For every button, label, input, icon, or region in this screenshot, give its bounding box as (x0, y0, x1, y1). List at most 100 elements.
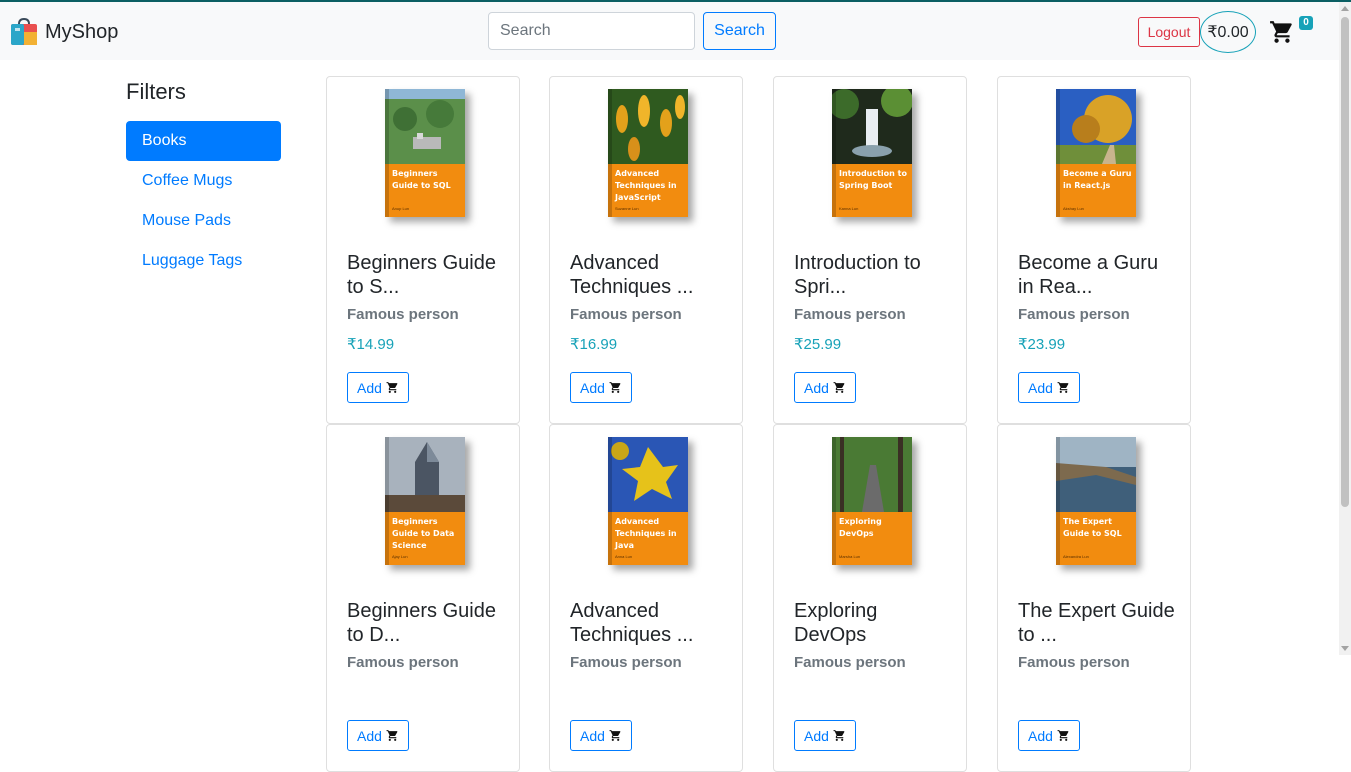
cart-total[interactable]: ₹0.00 (1200, 11, 1256, 53)
cover-spine (608, 89, 612, 217)
add-to-cart-button[interactable]: Add (1018, 720, 1080, 751)
add-button-label: Add (804, 379, 829, 396)
cart-button[interactable]: 0 (1268, 16, 1314, 50)
product-author: Famous person (347, 654, 459, 671)
product-title[interactable]: The Expert Guide to ... (1018, 599, 1178, 647)
search-button[interactable]: Search (703, 12, 776, 50)
scroll-up-arrow-icon[interactable] (1341, 6, 1349, 11)
book-cover-image: Exploring DevOps Marsha Lun (832, 437, 912, 565)
cover-photo (1056, 437, 1136, 512)
product-title[interactable]: Beginners Guide to D... (347, 599, 507, 647)
product-card: Beginners Guide to Data Science Ajay Lun… (326, 424, 520, 772)
product-title[interactable]: Beginners Guide to S... (347, 251, 507, 299)
book-cover[interactable]: Become a Guru in React.js Akshay Lun (998, 89, 1190, 219)
product-title[interactable]: Advanced Techniques ... (570, 251, 730, 299)
book-cover[interactable]: Exploring DevOps Marsha Lun (774, 437, 966, 567)
add-button-label: Add (1028, 727, 1053, 744)
filter-list: Books Coffee Mugs Mouse Pads Luggage Tag… (126, 121, 281, 281)
cart-icon (386, 730, 398, 741)
cover-title: Exploring DevOps (839, 517, 882, 538)
page-scrollbar[interactable] (1339, 2, 1351, 655)
book-cover[interactable]: Advanced Techniques in JavaScript Suzann… (550, 89, 742, 219)
cart-count-badge: 0 (1299, 16, 1313, 30)
brand-name: MyShop (45, 20, 119, 43)
add-to-cart-button[interactable]: Add (794, 720, 856, 751)
book-cover-image: Become a Guru in React.js Akshay Lun (1056, 89, 1136, 217)
cover-photo (608, 437, 688, 512)
product-author: Famous person (570, 654, 682, 671)
cover-title: Introduction to Spring Boot (839, 169, 907, 190)
book-cover[interactable]: Beginners Guide to SQL Anup Lun (327, 89, 519, 219)
book-cover-image: Beginners Guide to Data Science Ajay Lun (385, 437, 465, 565)
cover-spine (385, 89, 389, 217)
product-card: Introduction to Spring Boot Kanna Lun In… (773, 76, 967, 424)
cart-icon (833, 730, 845, 741)
cover-photo (608, 89, 688, 164)
book-cover[interactable]: The Expert Guide to SQL Alexandra Lun (998, 437, 1190, 567)
product-price: ₹16.99 (570, 336, 618, 353)
add-to-cart-button[interactable]: Add (347, 720, 409, 751)
product-title[interactable]: Introduction to Spri... (794, 251, 954, 299)
product-author: Famous person (794, 654, 906, 671)
cover-title: Advanced Techniques in Java (615, 517, 677, 550)
cover-author: Alexandra Lun (1063, 554, 1089, 559)
add-to-cart-button[interactable]: Add (570, 372, 632, 403)
shopping-bag-logo-icon (10, 17, 38, 46)
product-author: Famous person (347, 306, 459, 323)
add-button-label: Add (580, 727, 605, 744)
filter-mouse-pads[interactable]: Mouse Pads (126, 201, 281, 241)
product-author: Famous person (1018, 654, 1130, 671)
filter-luggage-tags[interactable]: Luggage Tags (126, 241, 281, 281)
logout-button[interactable]: Logout (1138, 17, 1200, 47)
product-price: ₹14.99 (347, 336, 395, 353)
add-to-cart-button[interactable]: Add (570, 720, 632, 751)
cart-icon (386, 382, 398, 393)
cover-title: Beginners Guide to SQL (392, 169, 451, 190)
filter-coffee-mugs[interactable]: Coffee Mugs (126, 161, 281, 201)
product-title[interactable]: Exploring DevOps (794, 599, 954, 647)
cover-author: Suzanne Lun (615, 206, 639, 211)
search-input[interactable] (488, 12, 695, 50)
scroll-down-arrow-icon[interactable] (1341, 646, 1349, 651)
book-cover-image: Beginners Guide to SQL Anup Lun (385, 89, 465, 217)
book-cover-image: Advanced Techniques in JavaScript Suzann… (608, 89, 688, 217)
product-card: Beginners Guide to SQL Anup Lun Beginner… (326, 76, 520, 424)
add-to-cart-button[interactable]: Add (1018, 372, 1080, 403)
cart-total-value: ₹0.00 (1207, 24, 1249, 41)
cover-title: Advanced Techniques in JavaScript (615, 169, 677, 202)
add-to-cart-button[interactable]: Add (794, 372, 856, 403)
cover-author: Kanna Lun (839, 206, 859, 211)
product-title[interactable]: Advanced Techniques ... (570, 599, 730, 647)
brand-link[interactable]: MyShop (10, 17, 119, 46)
cover-author: Ajay Lun (392, 554, 408, 559)
cover-photo (832, 437, 912, 512)
book-cover[interactable]: Beginners Guide to Data Science Ajay Lun (327, 437, 519, 567)
add-button-label: Add (357, 727, 382, 744)
product-title[interactable]: Become a Guru in Rea... (1018, 251, 1178, 299)
book-cover[interactable]: Advanced Techniques in Java Anna Lun (550, 437, 742, 567)
product-author: Famous person (1018, 306, 1130, 323)
scrollbar-thumb[interactable] (1341, 17, 1349, 507)
cover-title: Beginners Guide to Data Science (392, 517, 455, 550)
cover-photo (385, 89, 465, 164)
cover-title: The Expert Guide to SQL (1063, 517, 1122, 538)
cover-author: Anup Lun (392, 206, 410, 211)
product-author: Famous person (794, 306, 906, 323)
filter-books[interactable]: Books (126, 121, 281, 161)
product-card: Exploring DevOps Marsha Lun Exploring De… (773, 424, 967, 772)
product-card: Advanced Techniques in JavaScript Suzann… (549, 76, 743, 424)
cart-icon (1057, 730, 1069, 741)
book-cover-image: Advanced Techniques in Java Anna Lun (608, 437, 688, 565)
product-card: Advanced Techniques in Java Anna Lun Adv… (549, 424, 743, 772)
cover-author: Akshay Lun (1063, 206, 1084, 211)
cart-icon (1057, 382, 1069, 393)
add-button-label: Add (1028, 379, 1053, 396)
book-cover[interactable]: Introduction to Spring Boot Kanna Lun (774, 89, 966, 219)
cover-spine (832, 89, 836, 217)
cart-icon (609, 382, 621, 393)
cover-spine (832, 437, 836, 565)
add-to-cart-button[interactable]: Add (347, 372, 409, 403)
navbar: MyShop Search Logout ₹0.00 0 (0, 2, 1339, 60)
cover-photo (385, 437, 465, 512)
book-cover-image: Introduction to Spring Boot Kanna Lun (832, 89, 912, 217)
